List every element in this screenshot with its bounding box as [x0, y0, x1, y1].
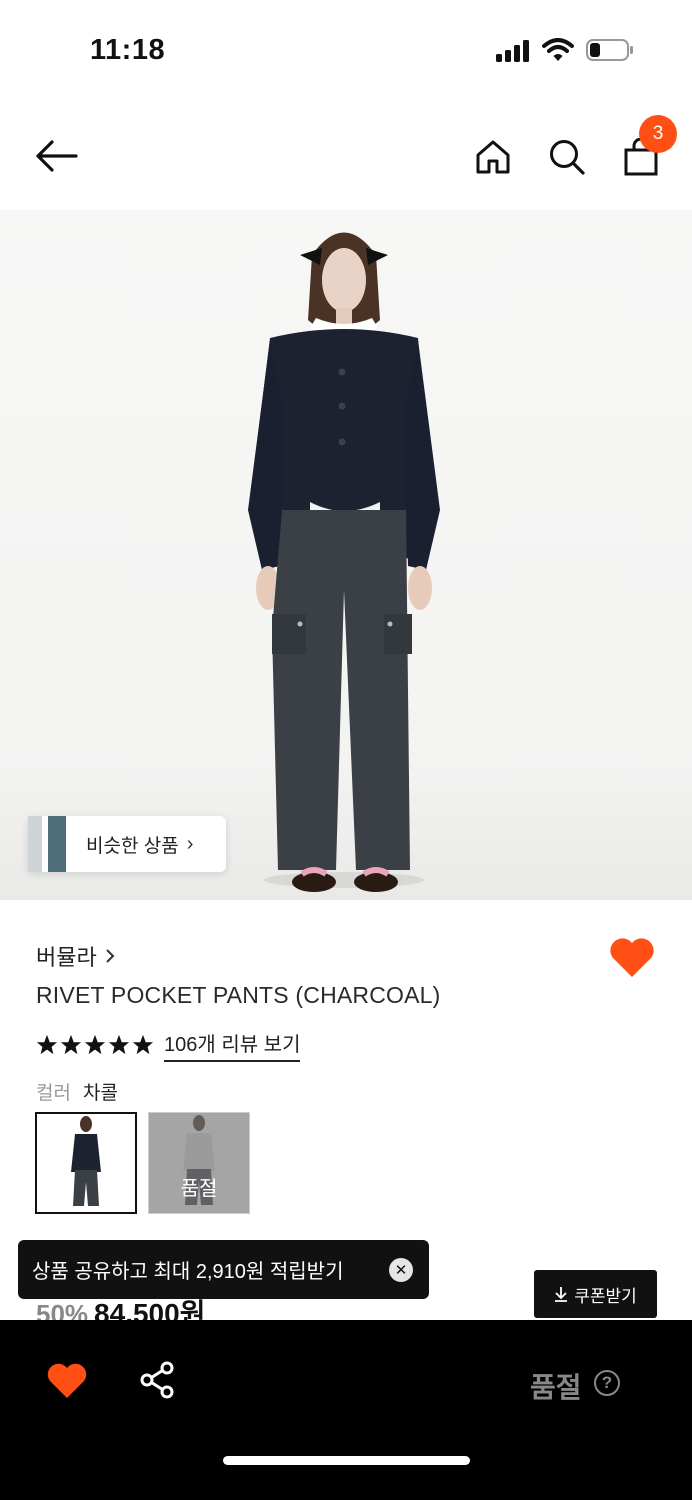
model-photo — [248, 232, 440, 892]
battery-icon — [586, 39, 633, 61]
status-time: 11:18 — [90, 34, 166, 66]
home-indicator[interactable] — [223, 1456, 470, 1465]
share-icon[interactable] — [138, 1360, 178, 1400]
brand-link[interactable]: 버뮬라 — [36, 940, 115, 972]
color-value: 차콜 — [82, 1083, 118, 1104]
status-bar: 11:18 — [0, 0, 692, 100]
search-icon[interactable] — [544, 134, 590, 180]
color-swatch-charcoal[interactable] — [35, 1112, 137, 1214]
star-icon — [132, 1034, 154, 1055]
similar-products-button[interactable]: 비슷한 상품 › — [28, 816, 226, 872]
color-swatch-soldout[interactable]: 품절 — [148, 1112, 250, 1214]
star-icon — [60, 1034, 82, 1055]
star-icon — [84, 1034, 106, 1055]
star-icon — [108, 1034, 130, 1055]
product-hero-image[interactable] — [0, 210, 692, 900]
favorite-heart-icon[interactable] — [608, 934, 656, 980]
cellular-signal-icon — [496, 40, 529, 62]
star-icon — [36, 1034, 58, 1055]
chevron-right-icon: › — [186, 832, 194, 855]
back-arrow-icon[interactable] — [30, 134, 82, 178]
wifi-icon — [542, 38, 574, 61]
soldout-status: 품절 — [530, 1372, 582, 1403]
close-icon[interactable]: ✕ — [389, 1258, 413, 1282]
bottom-action-bar: 품절 ? — [0, 1320, 692, 1500]
help-icon[interactable]: ? — [594, 1370, 620, 1396]
similar-products-thumbnail — [28, 816, 66, 872]
similar-products-label: 비슷한 상품 — [86, 835, 179, 857]
color-row: 컬러 차콜 — [36, 1078, 118, 1105]
swatch-thumbnail — [71, 1116, 101, 1206]
download-icon — [555, 1287, 568, 1302]
rating-row: 106개 리뷰 보기 — [36, 1028, 301, 1062]
star-rating — [36, 1034, 154, 1056]
product-title: RIVET POCKET PANTS (CHARCOAL) — [36, 982, 441, 1008]
soldout-label: 품절 — [180, 1178, 218, 1200]
cart-count-badge: 3 — [639, 115, 677, 153]
share-reward-toast[interactable]: 상품 공유하고 최대 2,910원 적립받기 ✕ — [18, 1240, 429, 1299]
coupon-label: 쿠폰받기 — [574, 1286, 637, 1306]
color-key: 컬러 — [36, 1083, 71, 1104]
brand-name: 버뮬라 — [36, 945, 97, 970]
heart-icon[interactable] — [46, 1362, 88, 1400]
top-navigation — [0, 100, 692, 210]
soldout-overlay: 품절 — [149, 1113, 249, 1213]
reviews-link[interactable]: 106개 리뷰 보기 — [164, 1028, 301, 1062]
chevron-right-icon — [106, 949, 115, 963]
download-coupon-button[interactable]: 쿠폰받기 — [534, 1270, 657, 1318]
home-icon[interactable] — [470, 134, 516, 180]
toast-message: 상품 공유하고 최대 2,910원 적립받기 — [32, 1261, 344, 1283]
